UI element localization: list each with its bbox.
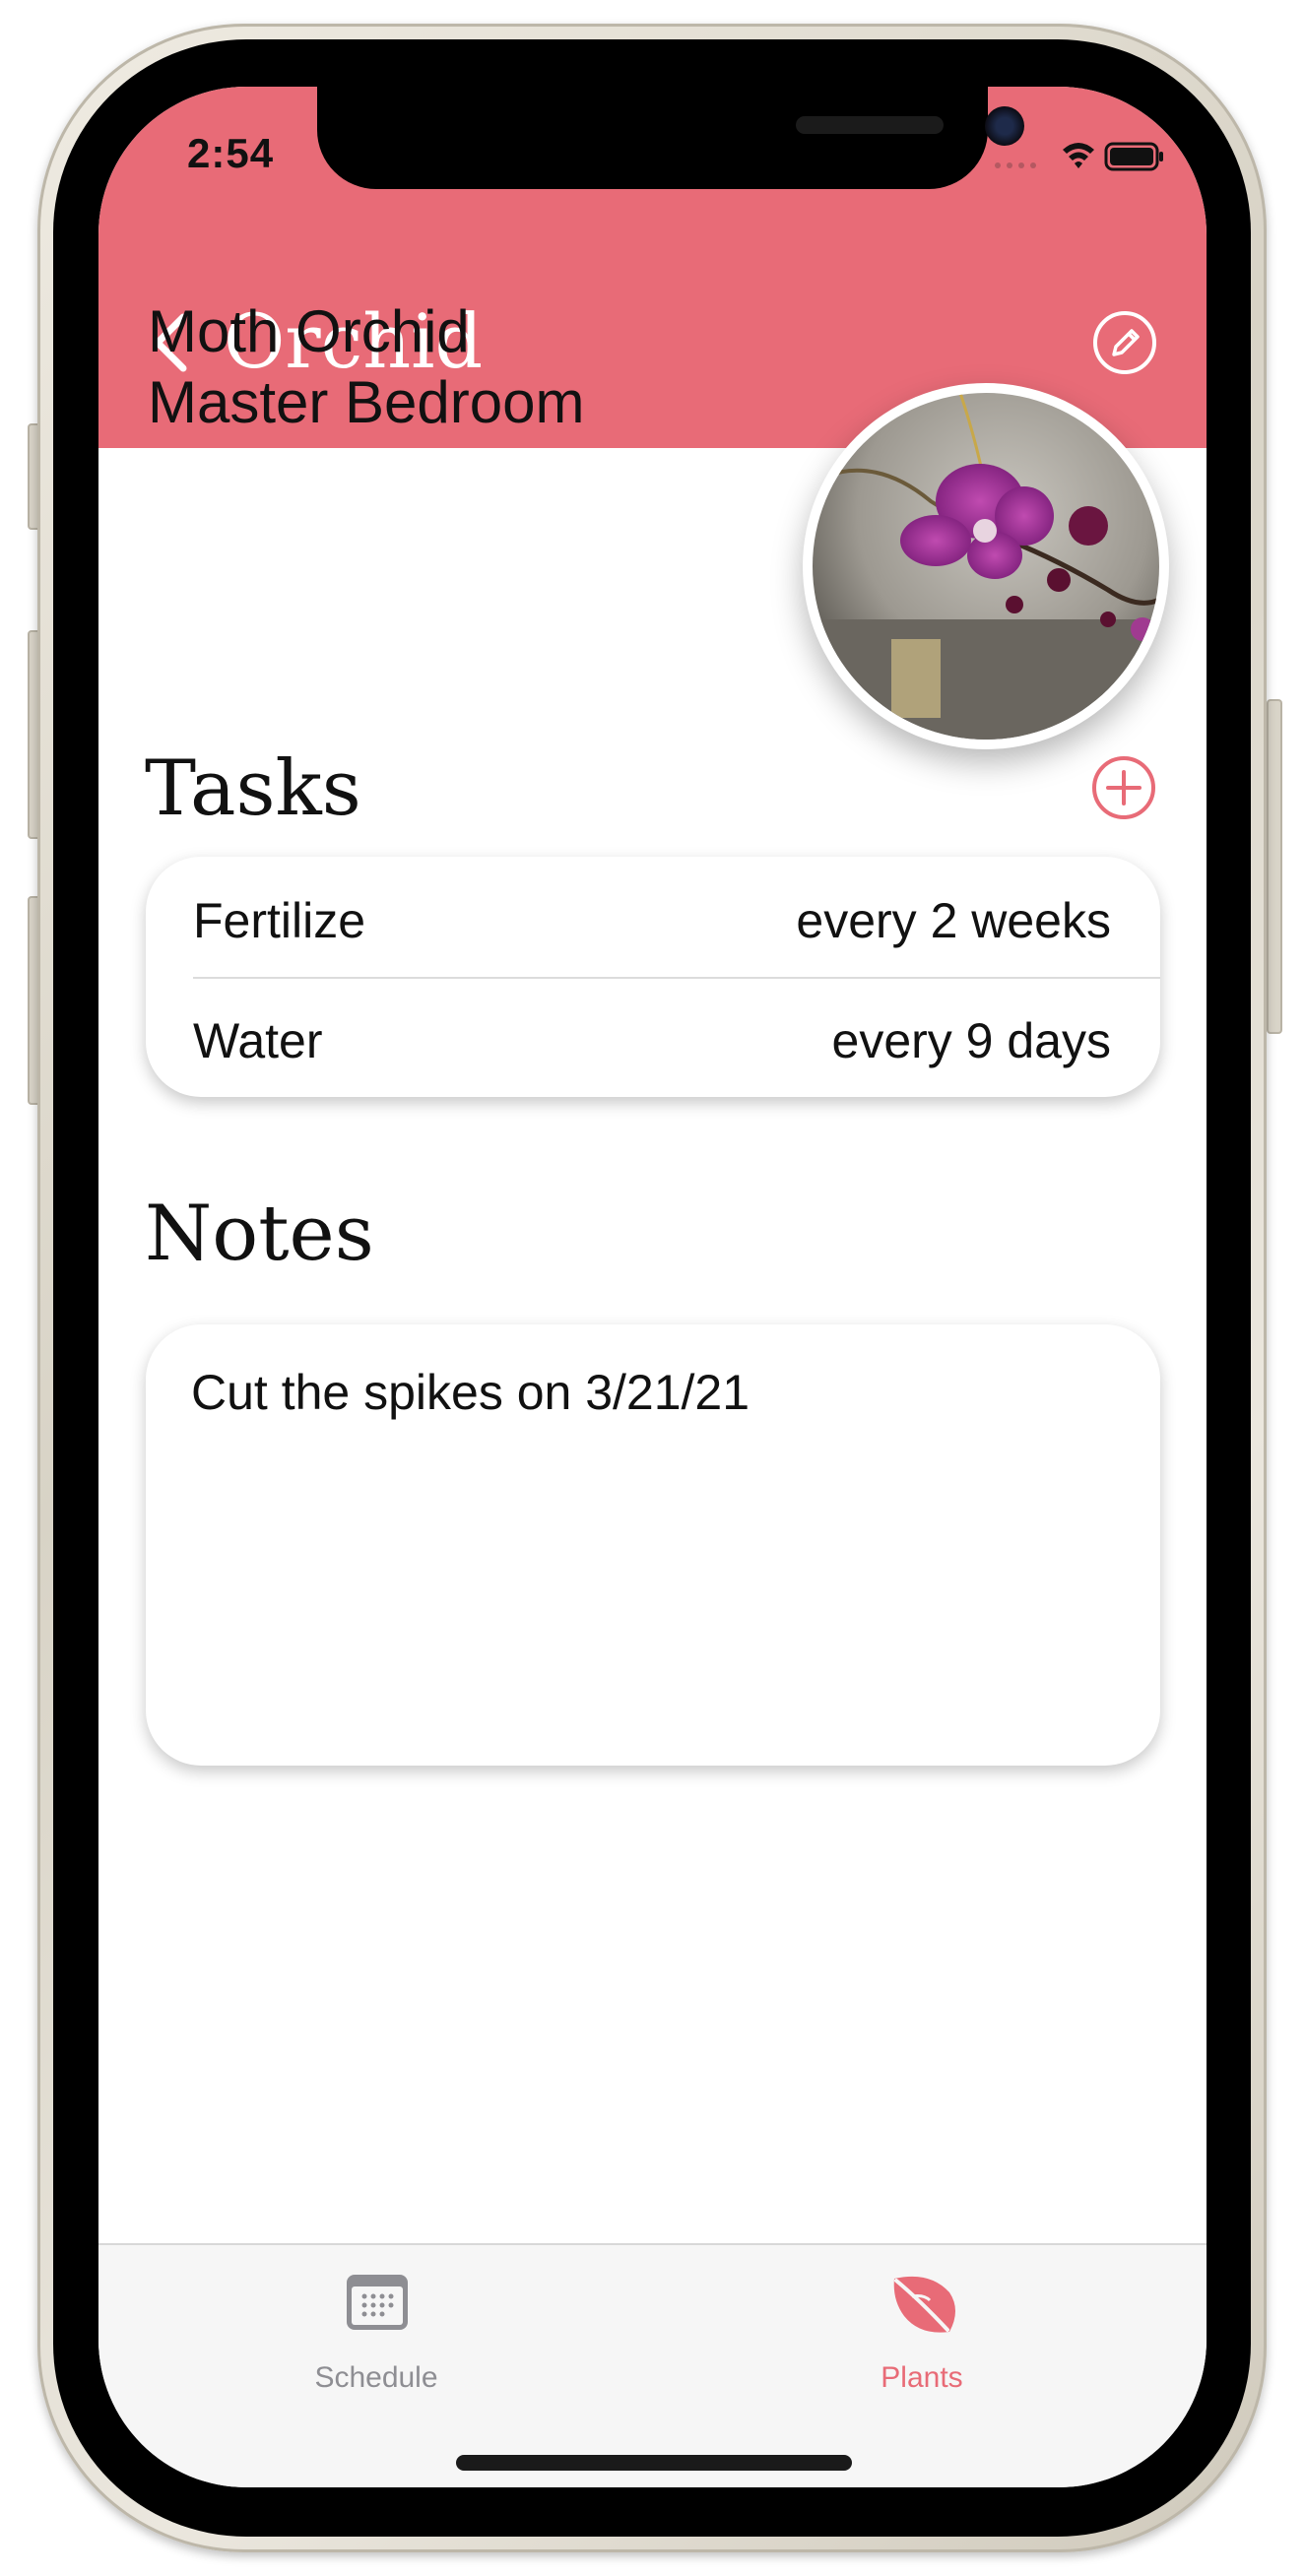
pencil-circle-icon xyxy=(1093,311,1156,374)
task-name: Fertilize xyxy=(193,893,366,948)
edit-button[interactable] xyxy=(1092,310,1157,375)
notes-text: Cut the spikes on 3/21/21 xyxy=(191,1365,750,1420)
task-row[interactable]: Fertilize every 2 weeks xyxy=(146,857,1160,979)
plant-location: Master Bedroom xyxy=(148,369,585,435)
orchid-photo-image xyxy=(813,393,1159,740)
screen: 2:54 Orchid Moth Orchid Master Bedroom T… xyxy=(98,87,1207,2487)
signal-icon xyxy=(995,162,1036,168)
tab-label-plants: Plants xyxy=(881,2361,963,2394)
task-row[interactable]: Water every 9 days xyxy=(146,977,1160,1097)
status-icons xyxy=(990,136,1167,175)
tab-plants[interactable]: Plants xyxy=(794,2267,1050,2395)
tasks-card: Fertilize every 2 weeks Water every 9 da… xyxy=(146,857,1160,1097)
task-frequency: every 9 days xyxy=(831,1013,1111,1068)
leaf-icon xyxy=(893,2276,955,2333)
notes-heading: Notes xyxy=(145,1190,374,1278)
tab-bar: Schedule Plants xyxy=(98,2243,1207,2487)
notch xyxy=(317,87,1024,189)
wifi-icon xyxy=(1063,143,1094,168)
plant-species: Moth Orchid xyxy=(148,298,470,364)
home-indicator[interactable] xyxy=(456,2455,852,2471)
tasks-heading: Tasks xyxy=(145,744,361,833)
calendar-icon xyxy=(347,2275,408,2330)
add-task-button[interactable] xyxy=(1090,754,1157,821)
task-name: Water xyxy=(193,1013,323,1068)
earpiece-speaker xyxy=(796,116,944,134)
tab-schedule[interactable]: Schedule xyxy=(248,2267,504,2395)
power-button xyxy=(1267,699,1282,1034)
plant-photo[interactable] xyxy=(803,383,1169,749)
plus-circle-icon xyxy=(1092,756,1155,819)
battery-icon xyxy=(1104,142,1163,171)
status-time: 2:54 xyxy=(187,130,275,176)
notes-card[interactable]: Cut the spikes on 3/21/21 xyxy=(146,1324,1160,1766)
tab-label-schedule: Schedule xyxy=(314,2361,438,2394)
task-frequency: every 2 weeks xyxy=(796,893,1111,948)
